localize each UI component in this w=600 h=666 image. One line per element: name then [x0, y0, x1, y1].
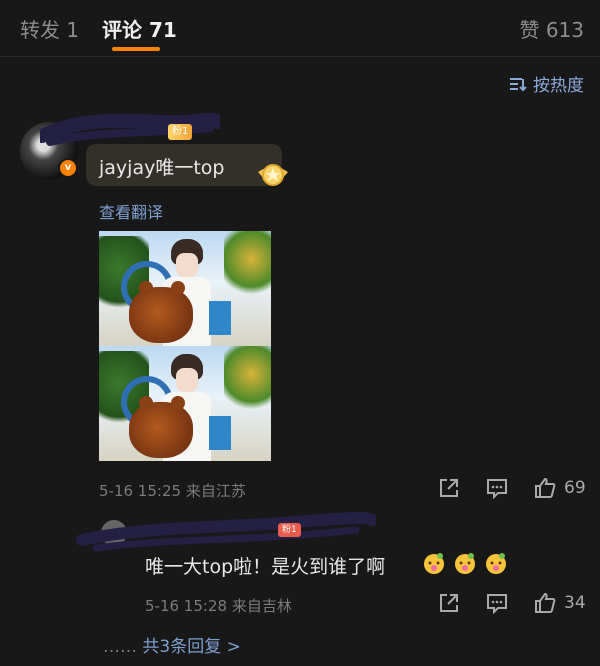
sort-icon — [510, 77, 527, 91]
flower-face-emoji-icon — [486, 553, 506, 574]
like-count: 34 — [564, 593, 586, 613]
share-button[interactable] — [438, 477, 460, 499]
comment-text: jayjay唯一top — [99, 157, 225, 179]
view-more-replies-link[interactable]: 共3条回复 > — [142, 637, 240, 657]
reply-meta: 5-16 15:28 来自吉林 — [145, 595, 292, 616]
reply-button[interactable] — [486, 477, 508, 499]
share-button[interactable] — [438, 592, 460, 614]
reply-button[interactable] — [486, 592, 508, 614]
share-icon — [440, 594, 458, 612]
more-replies: …… 共3条回复 > — [103, 632, 241, 657]
active-tab-indicator — [112, 47, 160, 51]
like-button[interactable]: 69 — [534, 477, 586, 499]
share-icon — [440, 479, 458, 497]
redaction-scribble — [76, 512, 376, 552]
reply-text: 唯一大top啦！是火到谁了啊 — [145, 556, 386, 578]
translate-link[interactable]: 查看翻译 — [99, 199, 163, 223]
comment-icon — [487, 479, 507, 499]
reply-location: 来自吉林 — [231, 597, 292, 615]
comment-icon — [487, 594, 507, 614]
sort-label: 按热度 — [533, 76, 584, 96]
sort-by-hot-button[interactable]: 按热度 — [509, 71, 584, 96]
comment-tabs: 转发 1 评论 71 赞 613 — [0, 0, 600, 57]
tab-likes[interactable]: 赞 613 — [519, 14, 584, 43]
comment-time: 5-16 15:25 — [99, 482, 182, 500]
comment-image[interactable] — [99, 231, 271, 346]
redaction-scribble — [40, 112, 220, 146]
fan-level-badge: 粉1 — [278, 523, 301, 537]
fan-level-badge: 粉1 — [168, 124, 193, 140]
flower-face-emoji-icon — [455, 553, 475, 574]
comment-location: 来自江苏 — [185, 482, 246, 500]
flower-face-emoji-icon — [424, 553, 444, 574]
like-button[interactable]: 34 — [534, 592, 586, 614]
like-count: 69 — [564, 478, 586, 498]
tab-comments[interactable]: 评论 71 — [102, 14, 177, 43]
comment-meta: 5-16 15:25 来自江苏 — [99, 480, 246, 501]
tab-repost[interactable]: 转发 1 — [20, 14, 79, 43]
thumbs-up-icon — [535, 477, 556, 498]
medal-icon — [258, 164, 288, 186]
comment-image[interactable] — [99, 346, 271, 461]
ellipsis: …… — [103, 637, 137, 657]
thumbs-up-icon — [535, 592, 556, 613]
verified-badge: v — [58, 158, 78, 178]
reply-time: 5-16 15:28 — [145, 597, 228, 615]
